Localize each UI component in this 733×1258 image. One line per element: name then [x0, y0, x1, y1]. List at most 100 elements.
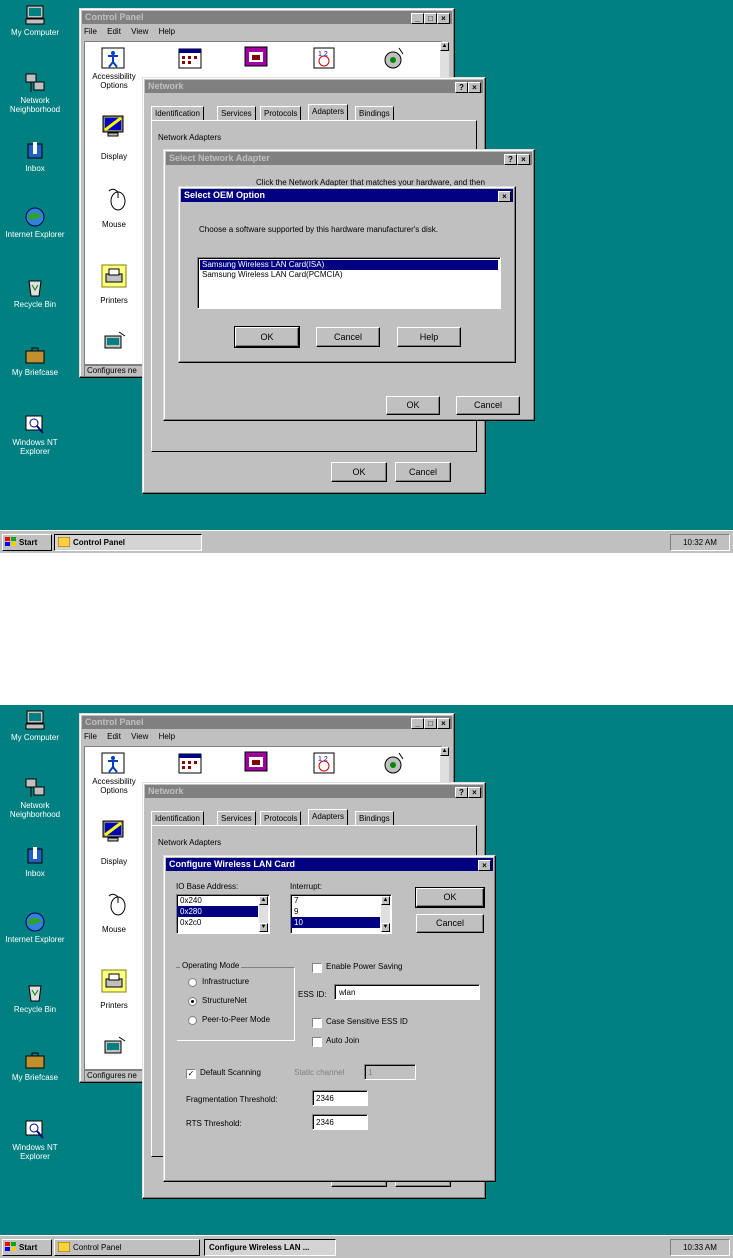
taskbar-item-configure-wlan[interactable]: Configure Wireless LAN ...	[204, 1239, 336, 1256]
display-icon[interactable]	[100, 819, 126, 843]
start-button[interactable]: Start	[2, 534, 52, 551]
desktop-icon-internet-explorer[interactable]: Internet Explorer	[0, 206, 70, 239]
mouse-icon[interactable]	[105, 892, 131, 916]
scroll-up-button[interactable]: ▲	[381, 896, 390, 905]
tab-protocols[interactable]: Protocols	[260, 106, 302, 121]
fragmentation-threshold-input[interactable]: 2346	[312, 1090, 368, 1106]
radio-peer-to-peer[interactable]	[188, 1016, 197, 1025]
menu-view[interactable]: View	[131, 27, 148, 36]
close-button[interactable]: ×	[437, 13, 450, 24]
network-cp-icon[interactable]	[101, 1035, 127, 1059]
io-base-scrollbar[interactable]: ▲ ▼	[259, 896, 268, 932]
list-item[interactable]: 0x240	[177, 895, 269, 906]
regional-settings-icon[interactable]: 1 2	[311, 751, 337, 775]
select-adapter-cancel-button[interactable]: Cancel	[456, 396, 520, 415]
network-ok-button[interactable]: OK	[331, 462, 387, 482]
control-panel-titlebar[interactable]: Control Panel _ □ ×	[82, 716, 452, 729]
enable-power-saving-checkbox[interactable]	[312, 963, 322, 973]
menu-view[interactable]: View	[131, 732, 148, 741]
menu-edit[interactable]: Edit	[107, 732, 121, 741]
network-titlebar[interactable]: Network ? ×	[145, 785, 483, 798]
interrupt-list[interactable]: 7 9 10 ▲ ▼	[290, 894, 392, 934]
date-time-icon[interactable]	[177, 46, 203, 70]
tab-adapters[interactable]: Adapters	[308, 809, 349, 826]
radio-structurenet[interactable]	[188, 997, 197, 1006]
configure-wlan-titlebar[interactable]: Configure Wireless LAN Card ×	[166, 858, 493, 871]
desktop-icon-inbox[interactable]: Inbox	[0, 845, 70, 878]
select-adapter-ok-button[interactable]: OK	[386, 396, 440, 415]
help-button[interactable]: ?	[455, 82, 468, 93]
network-titlebar[interactable]: Network ? ×	[145, 80, 483, 93]
scroll-up-button[interactable]: ▲	[259, 896, 268, 905]
msdos-icon[interactable]	[243, 44, 269, 68]
menu-file[interactable]: File	[84, 732, 97, 741]
tab-bindings[interactable]: Bindings	[355, 106, 394, 121]
radio-infrastructure[interactable]	[188, 978, 197, 987]
printers-icon[interactable]	[101, 264, 127, 288]
network-cp-icon[interactable]	[101, 330, 127, 354]
oem-titlebar[interactable]: Select OEM Option ×	[181, 189, 513, 202]
oem-ok-button[interactable]: OK	[234, 326, 300, 348]
multimedia-icon[interactable]	[381, 46, 407, 70]
config-cancel-button[interactable]: Cancel	[416, 914, 484, 933]
scroll-up-button[interactable]: ▲	[440, 42, 449, 51]
printers-icon[interactable]	[101, 969, 127, 993]
network-cancel-button[interactable]: Cancel	[395, 462, 451, 482]
taskbar-item-control-panel[interactable]: Control Panel	[54, 534, 202, 551]
close-button[interactable]: ×	[437, 718, 450, 729]
desktop-icon-my-briefcase[interactable]: My Briefcase	[0, 1049, 70, 1082]
tab-identification[interactable]: Identification	[151, 811, 204, 826]
list-item[interactable]: 0x2c0	[177, 917, 269, 928]
rts-threshold-input[interactable]: 2346	[312, 1114, 368, 1130]
close-button[interactable]: ×	[468, 82, 481, 93]
control-panel-titlebar[interactable]: Control Panel _ □ ×	[82, 11, 452, 24]
close-button[interactable]: ×	[498, 191, 511, 202]
desktop-icon-network-neighborhood[interactable]: Network Neighborhood	[0, 777, 70, 819]
tab-protocols[interactable]: Protocols	[260, 811, 302, 826]
list-item[interactable]: 0x280	[177, 906, 258, 917]
maximize-button[interactable]: □	[424, 718, 437, 729]
desktop-icon-inbox[interactable]: Inbox	[0, 140, 70, 173]
auto-join-checkbox[interactable]	[312, 1037, 322, 1047]
start-button[interactable]: Start	[2, 1239, 52, 1256]
desktop-icon-my-computer[interactable]: My Computer	[0, 709, 70, 742]
desktop-icon-network-neighborhood[interactable]: Network Neighborhood	[0, 72, 70, 114]
close-button[interactable]: ×	[478, 860, 491, 871]
desktop-icon-internet-explorer[interactable]: Internet Explorer	[0, 911, 70, 944]
tab-services[interactable]: Services	[217, 811, 256, 826]
menu-edit[interactable]: Edit	[107, 27, 121, 36]
tab-services[interactable]: Services	[217, 106, 256, 121]
desktop-icon-recycle-bin[interactable]: Recycle Bin	[0, 981, 70, 1014]
menu-help[interactable]: Help	[159, 732, 175, 741]
scroll-down-button[interactable]: ▼	[381, 923, 390, 932]
maximize-button[interactable]: □	[424, 13, 437, 24]
oem-cancel-button[interactable]: Cancel	[316, 327, 380, 347]
select-adapter-titlebar[interactable]: Select Network Adapter ? ×	[166, 152, 532, 165]
taskbar-item-control-panel[interactable]: Control Panel	[54, 1239, 200, 1256]
minimize-button[interactable]: _	[411, 13, 424, 24]
help-button[interactable]: ?	[504, 154, 517, 165]
regional-settings-icon[interactable]: 1 2	[311, 46, 337, 70]
list-item[interactable]: 9	[291, 906, 391, 917]
tab-identification[interactable]: Identification	[151, 106, 204, 121]
desktop-icon-my-computer[interactable]: My Computer	[0, 4, 70, 37]
oem-options-list[interactable]: Samsung Wireless LAN Card(ISA) Samsung W…	[197, 257, 501, 309]
list-item[interactable]: 10	[291, 917, 380, 928]
scroll-up-button[interactable]: ▲	[440, 747, 449, 756]
close-button[interactable]: ×	[517, 154, 530, 165]
list-item[interactable]: Samsung Wireless LAN Card(PCMCIA)	[200, 270, 498, 280]
help-button[interactable]: ?	[455, 787, 468, 798]
date-time-icon[interactable]	[177, 751, 203, 775]
accessibility-icon[interactable]	[100, 46, 126, 70]
tab-adapters[interactable]: Adapters	[308, 104, 349, 121]
desktop-icon-windows-nt-explorer[interactable]: Windows NT Explorer	[0, 414, 70, 456]
static-channel-input[interactable]: 1	[364, 1064, 416, 1080]
config-ok-button[interactable]: OK	[415, 887, 485, 908]
interrupt-scrollbar[interactable]: ▲ ▼	[381, 896, 390, 932]
io-base-list[interactable]: 0x240 0x280 0x2c0 ▲ ▼	[176, 894, 270, 934]
accessibility-icon[interactable]	[100, 751, 126, 775]
essid-input[interactable]: wlan	[334, 984, 480, 1000]
oem-help-button[interactable]: Help	[397, 327, 461, 347]
mouse-icon[interactable]	[105, 187, 131, 211]
desktop-icon-windows-nt-explorer[interactable]: Windows NT Explorer	[0, 1119, 70, 1161]
